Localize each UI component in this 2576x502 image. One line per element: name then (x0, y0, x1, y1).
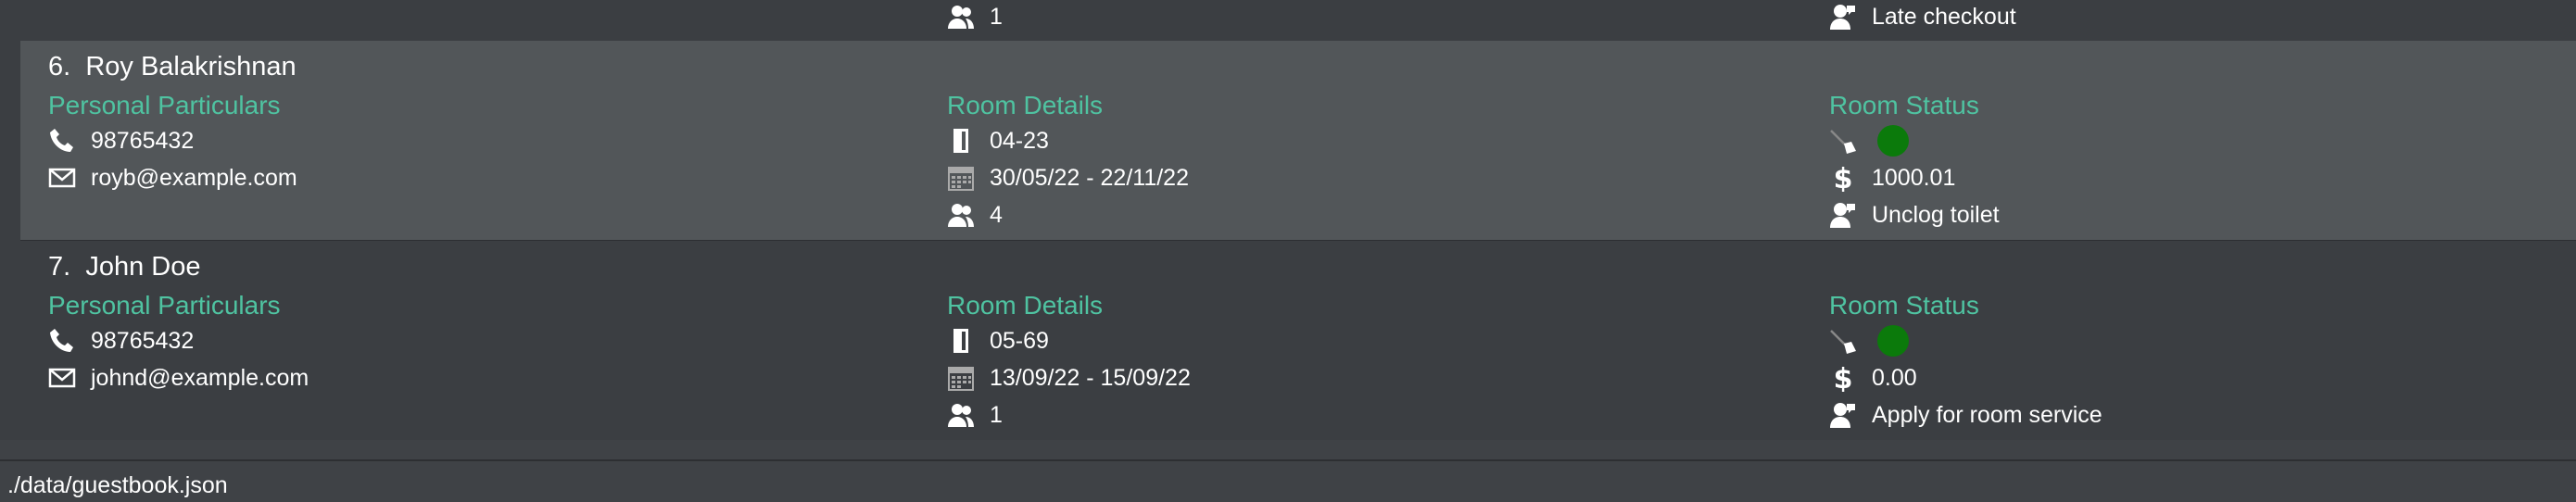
phone-number: 98765432 (91, 127, 195, 154)
bill-line: $ 0.00 (1829, 359, 2102, 396)
guest-card-partial[interactable]: 1 Late checkout (0, 0, 2576, 39)
dollar-icon: $ (1829, 164, 1857, 192)
request-text: Late checkout (1872, 3, 2016, 30)
request-line: Late checkout (1829, 0, 2016, 33)
email-address: royb@example.com (91, 164, 297, 191)
mail-icon (48, 164, 76, 192)
room-number: 04-23 (990, 127, 1049, 154)
room-status-section: Room Status $ 0.00 Apply for room servic… (1829, 289, 2102, 433)
phone-number: 98765432 (91, 327, 195, 354)
calendar-icon (947, 164, 975, 192)
phone-icon (48, 327, 76, 355)
guest-card[interactable]: 6. Roy Balakrishnan Personal Particulars… (20, 41, 2576, 240)
email-address: johnd@example.com (91, 364, 309, 391)
request-line: Apply for room service (1829, 396, 2102, 433)
bill-amount: 1000.01 (1872, 164, 1956, 191)
date-range: 13/09/22 - 15/09/22 (990, 364, 1191, 391)
room-number-line: 04-23 (947, 122, 1189, 159)
guest-count: 4 (990, 201, 1003, 228)
request-icon (1829, 3, 1857, 31)
room-details-section: Room Details 05-69 13/09/22 - 15/09/22 1 (947, 289, 1191, 433)
request-icon (1829, 201, 1857, 229)
svg-text:$: $ (1834, 164, 1853, 192)
guests-icon (947, 3, 975, 31)
phone-icon (48, 127, 76, 155)
guests-icon (947, 201, 975, 229)
bill-line: $ 1000.01 (1829, 159, 2000, 196)
email-line: johnd@example.com (48, 359, 309, 396)
door-icon (947, 327, 975, 355)
guest-card[interactable]: 7. John Doe Personal Particulars 9876543… (20, 241, 2576, 440)
personal-particulars-header: Personal Particulars (48, 291, 281, 320)
clean-status-line (1829, 122, 2000, 159)
clean-status-indicator (1877, 125, 1909, 157)
room-status-section: Room Status $ 1000.01 Unclog toilet (1829, 89, 2000, 233)
guest-count-line: 4 (947, 196, 1189, 233)
room-status-header: Room Status (1829, 291, 1979, 320)
personal-particulars-header: Personal Particulars (48, 91, 281, 119)
clean-status-indicator (1877, 325, 1909, 357)
door-icon (947, 127, 975, 155)
room-details-header: Room Details (947, 91, 1104, 119)
email-line: royb@example.com (48, 159, 297, 196)
guest-count-line: 1 (947, 0, 1003, 33)
personal-particulars-section: Personal Particulars 98765432 johnd@exam… (48, 289, 309, 396)
date-range: 30/05/22 - 22/11/22 (990, 164, 1189, 191)
status-bar: ./data/guestbook.json (0, 459, 2576, 502)
guest-name: 7. John Doe (48, 252, 201, 282)
dollar-icon: $ (1829, 364, 1857, 392)
request-icon (1829, 401, 1857, 429)
guest-name: 6. Roy Balakrishnan (48, 52, 297, 82)
broom-icon (1829, 327, 1857, 355)
mail-icon (48, 364, 76, 392)
room-number: 05-69 (990, 327, 1049, 354)
clean-status-line (1829, 322, 2102, 359)
bill-amount: 0.00 (1872, 364, 1917, 391)
request-text: Apply for room service (1872, 401, 2102, 428)
room-number-line: 05-69 (947, 322, 1191, 359)
personal-particulars-section: Personal Particulars 98765432 royb@examp… (48, 89, 297, 196)
file-path: ./data/guestbook.json (7, 472, 228, 498)
guest-count: 1 (990, 401, 1003, 428)
room-details-header: Room Details (947, 291, 1104, 320)
guest-count: 1 (990, 3, 1003, 30)
broom-icon (1829, 127, 1857, 155)
room-status-header: Room Status (1829, 91, 1979, 119)
date-range-line: 13/09/22 - 15/09/22 (947, 359, 1191, 396)
phone-line: 98765432 (48, 322, 309, 359)
guest-count-line: 1 (947, 396, 1191, 433)
guests-icon (947, 401, 975, 429)
svg-text:$: $ (1834, 364, 1853, 392)
calendar-icon (947, 364, 975, 392)
date-range-line: 30/05/22 - 22/11/22 (947, 159, 1189, 196)
request-text: Unclog toilet (1872, 201, 2000, 228)
request-line: Unclog toilet (1829, 196, 2000, 233)
room-details-section: Room Details 04-23 30/05/22 - 22/11/22 4 (947, 89, 1189, 233)
phone-line: 98765432 (48, 122, 297, 159)
guest-list[interactable]: 1 Late checkout 6. Roy Balakrishnan Pers… (0, 0, 2576, 440)
